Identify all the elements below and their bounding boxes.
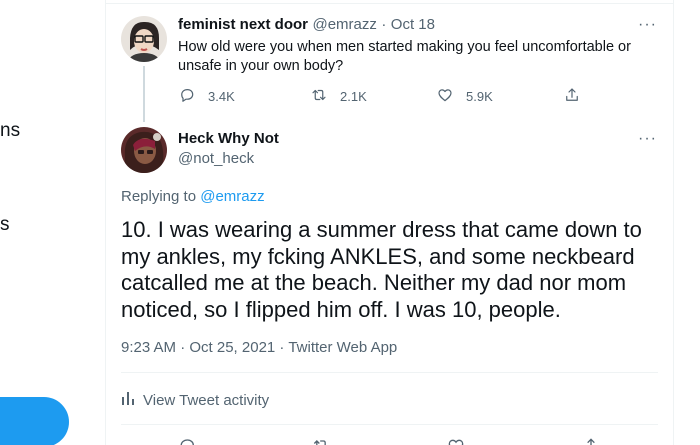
retweet-icon: [310, 86, 328, 107]
left-nav: ns s: [0, 0, 105, 445]
tweet-timestamp[interactable]: 9:23 AM · Oct 25, 2021 · Twitter Web App: [121, 339, 397, 356]
handle[interactable]: @not_heck: [178, 150, 254, 167]
reply-icon: [178, 86, 196, 107]
nav-item-fragment[interactable]: s: [0, 214, 10, 236]
replying-label: Replying to: [121, 188, 197, 205]
nav-item-fragment[interactable]: ns: [0, 120, 20, 142]
separator: ·: [381, 16, 387, 33]
reply-icon[interactable]: [177, 436, 197, 445]
divider: [121, 424, 658, 425]
divider: [121, 372, 658, 373]
tweet-text: 10. I was wearing a summer dress that ca…: [121, 217, 642, 322]
retweet-count: 2.1K: [340, 89, 367, 104]
share-button[interactable]: [563, 86, 581, 107]
share-icon[interactable]: [581, 436, 601, 445]
reply-button[interactable]: 3.4K: [178, 86, 235, 107]
tweet-button[interactable]: [0, 397, 69, 445]
view-tweet-activity[interactable]: View Tweet activity: [121, 390, 269, 410]
avatar[interactable]: [121, 127, 167, 173]
handle[interactable]: @emrazz: [312, 16, 376, 33]
heart-icon[interactable]: [446, 436, 466, 445]
thread-line: [143, 66, 145, 122]
avatar[interactable]: [121, 16, 167, 62]
tweet-date[interactable]: Oct 18: [391, 16, 435, 33]
display-name[interactable]: feminist next door: [178, 16, 308, 33]
replying-to: Replying to @emrazz: [121, 188, 265, 205]
tweet-actions: [121, 436, 658, 445]
reply-count: 3.4K: [208, 89, 235, 104]
quoted-tweet-text: How old were you when men started making…: [178, 39, 631, 74]
more-options-button[interactable]: ···: [638, 130, 657, 148]
analytics-icon: [121, 390, 135, 410]
heart-icon: [436, 86, 454, 107]
divider: [106, 3, 673, 4]
activity-label: View Tweet activity: [143, 391, 270, 409]
retweet-button[interactable]: 2.1K: [310, 86, 367, 107]
replying-to-link[interactable]: @emrazz: [200, 188, 264, 205]
quoted-tweet-header: feminist next door @emrazz · Oct 18: [178, 16, 435, 34]
more-options-button[interactable]: ···: [638, 16, 657, 34]
like-button[interactable]: 5.9K: [436, 86, 493, 107]
share-icon: [563, 86, 581, 107]
quoted-tweet-actions: 3.4K 2.1K 5.9K: [178, 86, 618, 106]
display-name[interactable]: Heck Why Not: [178, 130, 279, 147]
tweet-column: feminist next door @emrazz · Oct 18 ··· …: [105, 0, 674, 445]
like-count: 5.9K: [466, 89, 493, 104]
retweet-icon[interactable]: [311, 436, 331, 445]
